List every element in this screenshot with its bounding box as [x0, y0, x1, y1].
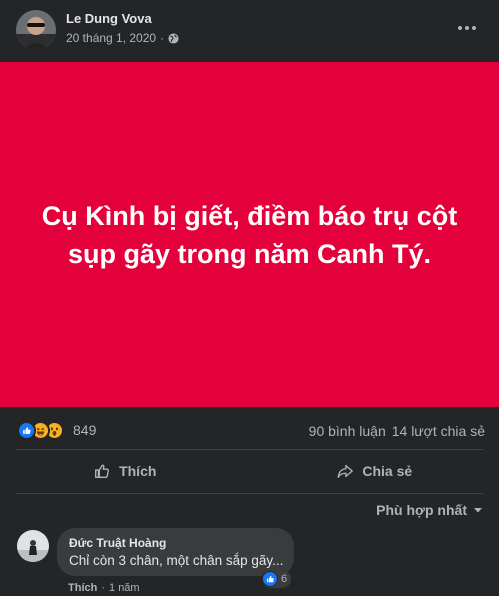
more-horizontal-icon	[458, 26, 476, 30]
comment-reaction-count: 6	[281, 573, 288, 585]
author-avatar[interactable]	[16, 10, 56, 50]
post-content-card[interactable]: Cụ Kình bị giết, điềm báo trụ cột sụp gã…	[0, 62, 499, 407]
sort-label: Phù hợp nhất	[376, 502, 467, 518]
stats-right: 90 bình luận 14 lượt chia sẻ	[309, 423, 485, 439]
post-stats: 849 90 bình luận 14 lượt chia sẻ	[0, 412, 499, 448]
author-name[interactable]: Le Dung Vova	[66, 11, 152, 26]
post-date[interactable]: 20 tháng 1, 2020	[66, 31, 156, 45]
post-text: Cụ Kình bị giết, điềm báo trụ cột sụp gã…	[41, 200, 458, 269]
comment-time[interactable]: 1 năm	[109, 582, 140, 594]
like-button[interactable]: Thích	[0, 449, 250, 493]
facebook-post: Le Dung Vova 20 tháng 1, 2020 · Cụ Kình …	[0, 0, 499, 596]
post-actions: Thích Chia sẻ	[0, 449, 499, 493]
post-meta: 20 tháng 1, 2020 ·	[66, 31, 179, 45]
more-options-button[interactable]	[455, 18, 479, 38]
divider-bottom	[16, 493, 483, 494]
commenter-avatar[interactable]	[17, 530, 49, 562]
comment-separator: ·	[101, 582, 106, 594]
comment-bubble: Đức Truật Hoàng Chỉ còn 3 chân, một chân…	[57, 528, 294, 576]
share-button[interactable]: Chia sẻ	[250, 449, 499, 493]
thumbs-up-icon	[95, 464, 110, 478]
comment-author[interactable]: Đức Truật Hoàng	[69, 536, 282, 550]
like-icon	[17, 420, 36, 440]
reaction-count[interactable]: 849	[73, 422, 96, 438]
like-icon	[262, 571, 278, 587]
globe-icon	[168, 32, 179, 44]
comment-text: Chỉ còn 3 chân, một chân sắp gãy...	[69, 553, 284, 568]
share-icon	[337, 464, 354, 478]
comment-sort-dropdown[interactable]: Phù hợp nhất	[376, 502, 483, 518]
meta-separator: ·	[160, 31, 165, 45]
post-header: Le Dung Vova 20 tháng 1, 2020 ·	[0, 0, 499, 62]
comment-count[interactable]: 90 bình luận	[309, 423, 386, 439]
reactions-summary[interactable]: 849	[17, 419, 96, 441]
comment-actions: Thích · 1 năm	[68, 582, 140, 594]
caret-down-icon	[474, 508, 482, 513]
share-label: Chia sẻ	[362, 463, 413, 479]
comment-like-button[interactable]: Thích	[68, 582, 97, 594]
like-label: Thích	[119, 463, 157, 479]
comment-reaction-badge[interactable]: 6	[262, 570, 292, 588]
share-count[interactable]: 14 lượt chia sẻ	[392, 423, 485, 439]
